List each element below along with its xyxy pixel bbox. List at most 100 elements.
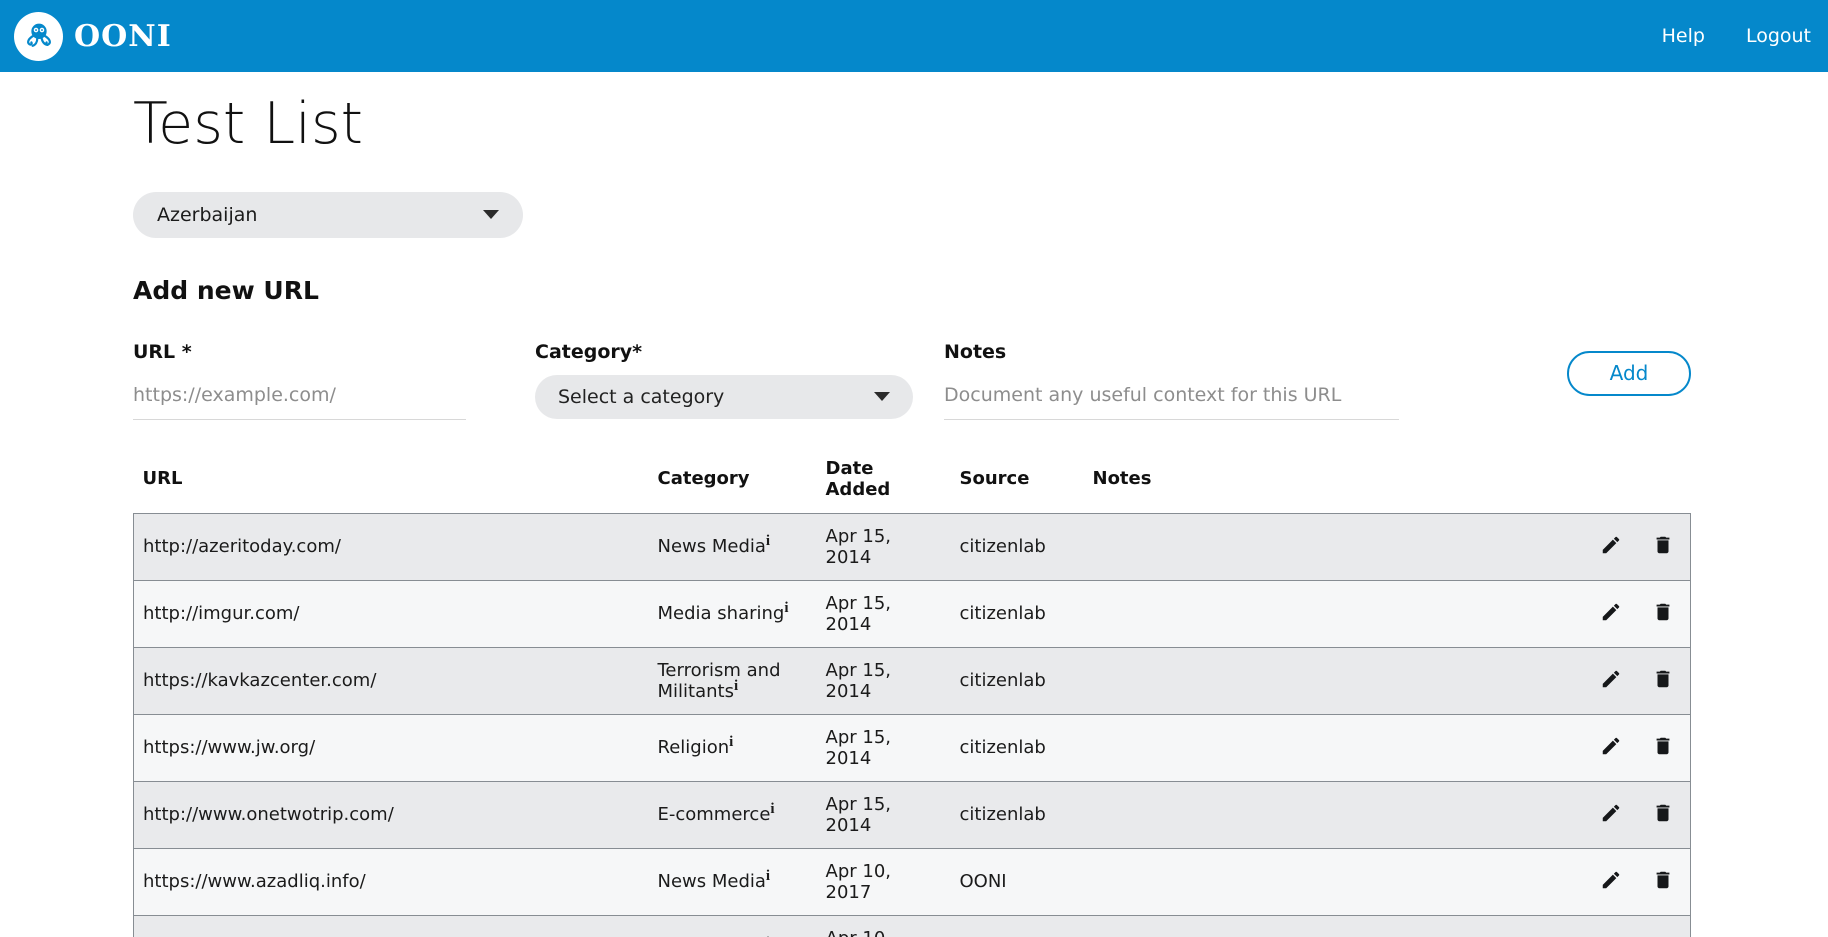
table-row: http://www.onetwotrip.com/ E-commercei A… xyxy=(134,781,1691,848)
edit-button[interactable] xyxy=(1599,736,1623,760)
date-added-cell: Apr 10, 2017 xyxy=(817,915,951,937)
trash-icon xyxy=(1652,534,1674,559)
category-cell: Religioni xyxy=(649,714,817,781)
url-field-group: URL * xyxy=(133,341,466,420)
edit-button[interactable] xyxy=(1599,535,1623,559)
country-select[interactable]: Azerbaijan xyxy=(133,192,523,238)
category-select-value: Select a category xyxy=(558,386,724,408)
column-header-category: Category xyxy=(649,458,817,514)
pencil-icon xyxy=(1600,601,1622,626)
column-header-source: Source xyxy=(951,458,1084,514)
date-added-cell: Apr 15, 2014 xyxy=(817,714,951,781)
info-icon[interactable]: i xyxy=(766,868,770,884)
category-cell: News Mediai xyxy=(649,915,817,937)
info-icon[interactable]: i xyxy=(729,734,733,750)
delete-button[interactable] xyxy=(1651,669,1675,693)
notes-cell xyxy=(1084,714,1584,781)
url-cell: http://www.onetwotrip.com/ xyxy=(134,781,649,848)
edit-button[interactable] xyxy=(1599,669,1623,693)
category-label: Category* xyxy=(535,341,913,363)
category-cell: News Mediai xyxy=(649,848,817,915)
category-cell: News Mediai xyxy=(649,513,817,580)
main-content: Test List Azerbaijan Add new URL URL * C… xyxy=(0,72,1828,937)
column-header-url: URL xyxy=(134,458,649,514)
source-cell: OONI xyxy=(951,915,1084,937)
delete-button[interactable] xyxy=(1651,736,1675,760)
table-row: https://kavkazcenter.com/ Terrorism and … xyxy=(134,647,1691,714)
add-button-wrap: Add xyxy=(1567,341,1691,396)
urls-table: URL Category Date Added Source Notes htt… xyxy=(133,458,1691,937)
delete-button[interactable] xyxy=(1651,803,1675,827)
category-select[interactable]: Select a category xyxy=(535,375,913,419)
add-button[interactable]: Add xyxy=(1567,351,1691,396)
notes-cell xyxy=(1084,513,1584,580)
info-icon[interactable]: i xyxy=(766,533,770,549)
source-cell: citizenlab xyxy=(951,781,1084,848)
logout-link[interactable]: Logout xyxy=(1746,25,1811,47)
add-url-form: URL * Category* Select a category Notes … xyxy=(133,341,1828,420)
notes-cell xyxy=(1084,781,1584,848)
url-cell: https://www.jw.org/ xyxy=(134,714,649,781)
url-cell: http://azeritoday.com/ xyxy=(134,513,649,580)
edit-button[interactable] xyxy=(1599,870,1623,894)
category-cell: E-commercei xyxy=(649,781,817,848)
table-row: https://www.jw.org/ Religioni Apr 15, 20… xyxy=(134,714,1691,781)
actions-cell xyxy=(1584,848,1691,915)
pencil-icon xyxy=(1600,668,1622,693)
brand-home-link[interactable]: OONI xyxy=(14,12,172,61)
notes-cell xyxy=(1084,848,1584,915)
ooni-octopus-icon xyxy=(14,12,63,61)
actions-cell xyxy=(1584,513,1691,580)
edit-button[interactable] xyxy=(1599,803,1623,827)
url-label: URL * xyxy=(133,341,466,363)
source-cell: OONI xyxy=(951,848,1084,915)
category-cell: Terrorism and Militantsi xyxy=(649,647,817,714)
chevron-down-icon xyxy=(483,210,499,219)
category-cell: Media sharingi xyxy=(649,580,817,647)
source-cell: citizenlab xyxy=(951,647,1084,714)
edit-button[interactable] xyxy=(1599,602,1623,626)
page-title: Test List xyxy=(133,72,1828,158)
table-row: http://azeritoday.com/ News Mediai Apr 1… xyxy=(134,513,1691,580)
actions-cell xyxy=(1584,714,1691,781)
column-header-actions xyxy=(1584,458,1691,514)
url-input[interactable] xyxy=(133,375,466,420)
brand-logotype: OONI xyxy=(74,19,172,54)
url-cell: https://www.azadliq.org/ xyxy=(134,915,649,937)
info-icon[interactable]: i xyxy=(784,600,788,616)
source-cell: citizenlab xyxy=(951,513,1084,580)
date-added-cell: Apr 15, 2014 xyxy=(817,781,951,848)
trash-icon xyxy=(1652,601,1674,626)
trash-icon xyxy=(1652,735,1674,760)
actions-cell xyxy=(1584,781,1691,848)
notes-label: Notes xyxy=(944,341,1399,363)
top-navigation-bar: OONI Help Logout xyxy=(0,0,1828,72)
date-added-cell: Apr 10, 2017 xyxy=(817,848,951,915)
pencil-icon xyxy=(1600,802,1622,827)
notes-input[interactable] xyxy=(944,375,1399,420)
pencil-icon xyxy=(1600,869,1622,894)
delete-button[interactable] xyxy=(1651,535,1675,559)
date-added-cell: Apr 15, 2014 xyxy=(817,647,951,714)
info-icon[interactable]: i xyxy=(734,678,738,694)
url-cell: http://imgur.com/ xyxy=(134,580,649,647)
category-field-group: Category* Select a category xyxy=(535,341,913,419)
table-row: https://www.azadliq.info/ News Mediai Ap… xyxy=(134,848,1691,915)
table-row: http://imgur.com/ Media sharingi Apr 15,… xyxy=(134,580,1691,647)
pencil-icon xyxy=(1600,735,1622,760)
url-cell: https://www.azadliq.info/ xyxy=(134,848,649,915)
trash-icon xyxy=(1652,668,1674,693)
trash-icon xyxy=(1652,802,1674,827)
url-cell: https://kavkazcenter.com/ xyxy=(134,647,649,714)
help-link[interactable]: Help xyxy=(1662,25,1705,47)
notes-cell xyxy=(1084,915,1584,937)
info-icon[interactable]: i xyxy=(770,801,774,817)
delete-button[interactable] xyxy=(1651,602,1675,626)
country-select-value: Azerbaijan xyxy=(157,204,257,226)
table-header-row: URL Category Date Added Source Notes xyxy=(134,458,1691,514)
source-cell: citizenlab xyxy=(951,580,1084,647)
column-header-notes: Notes xyxy=(1084,458,1584,514)
actions-cell xyxy=(1584,647,1691,714)
column-header-date-added: Date Added xyxy=(817,458,951,514)
delete-button[interactable] xyxy=(1651,870,1675,894)
